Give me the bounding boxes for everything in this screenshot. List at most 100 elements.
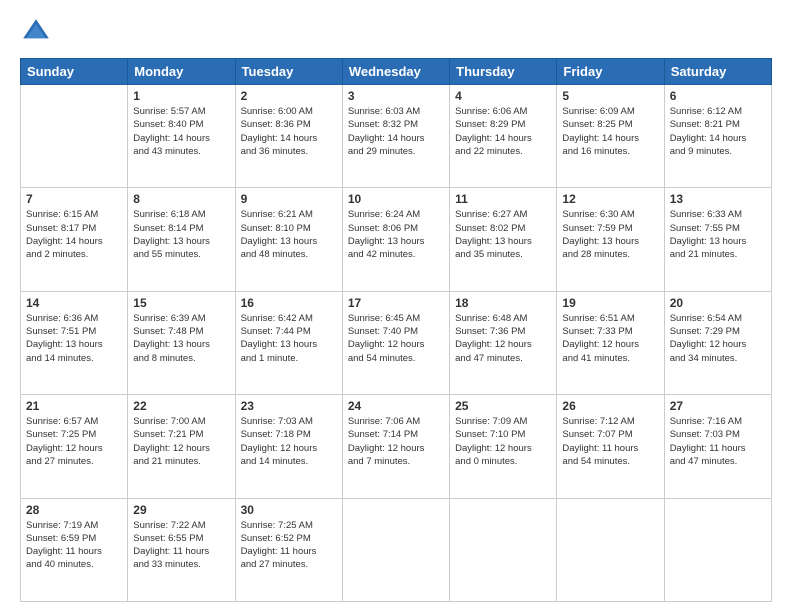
week-row-4: 28 Sunrise: 7:19 AM Sunset: 6:59 PM Dayli… bbox=[21, 498, 772, 601]
week-row-3: 21 Sunrise: 6:57 AM Sunset: 7:25 PM Dayli… bbox=[21, 395, 772, 498]
day-number: 30 bbox=[241, 503, 337, 517]
calendar-cell: 24Sunrise: 7:06 AM Sunset: 7:14 PM Dayli… bbox=[342, 395, 449, 498]
day-number: 10 bbox=[348, 192, 444, 206]
calendar-cell: 14 Sunrise: 6:36 AM Sunset: 7:51 PM Dayli… bbox=[21, 291, 128, 394]
day-info: Sunrise: 7:12 AM Sunset: 7:07 PM Dayligh… bbox=[562, 415, 658, 468]
day-info: Sunrise: 7:16 AM Sunset: 7:03 PM Dayligh… bbox=[670, 415, 766, 468]
day-info: Sunrise: 6:00 AM Sunset: 8:36 PM Dayligh… bbox=[241, 105, 337, 158]
calendar-cell: 13 Sunrise: 6:33 AM Sunset: 7:55 PM Dayli… bbox=[664, 188, 771, 291]
day-number: 28 bbox=[26, 503, 122, 517]
day-info: Sunrise: 6:21 AM Sunset: 8:10 PM Dayligh… bbox=[241, 208, 337, 261]
calendar-cell bbox=[450, 498, 557, 601]
day-number: 14 bbox=[26, 296, 122, 310]
calendar-cell bbox=[21, 85, 128, 188]
page: SundayMondayTuesdayWednesdayThursdayFrid… bbox=[0, 0, 792, 612]
day-info: Sunrise: 5:57 AM Sunset: 8:40 PM Dayligh… bbox=[133, 105, 229, 158]
calendar-cell: 25Sunrise: 7:09 AM Sunset: 7:10 PM Dayli… bbox=[450, 395, 557, 498]
day-number: 11 bbox=[455, 192, 551, 206]
day-number: 27 bbox=[670, 399, 766, 413]
day-number: 13 bbox=[670, 192, 766, 206]
calendar-cell: 23 Sunrise: 7:03 AM Sunset: 7:18 PM Dayli… bbox=[235, 395, 342, 498]
day-info: Sunrise: 6:57 AM Sunset: 7:25 PM Dayligh… bbox=[26, 415, 122, 468]
day-number: 18 bbox=[455, 296, 551, 310]
day-info: Sunrise: 6:33 AM Sunset: 7:55 PM Dayligh… bbox=[670, 208, 766, 261]
day-info: Sunrise: 7:09 AM Sunset: 7:10 PM Dayligh… bbox=[455, 415, 551, 468]
calendar-cell: 11Sunrise: 6:27 AM Sunset: 8:02 PM Dayli… bbox=[450, 188, 557, 291]
calendar-cell: 12 Sunrise: 6:30 AM Sunset: 7:59 PM Dayli… bbox=[557, 188, 664, 291]
day-number: 4 bbox=[455, 89, 551, 103]
week-row-2: 14 Sunrise: 6:36 AM Sunset: 7:51 PM Dayli… bbox=[21, 291, 772, 394]
day-info: Sunrise: 6:45 AM Sunset: 7:40 PM Dayligh… bbox=[348, 312, 444, 365]
day-number: 24 bbox=[348, 399, 444, 413]
day-info: Sunrise: 7:03 AM Sunset: 7:18 PM Dayligh… bbox=[241, 415, 337, 468]
day-number: 3 bbox=[348, 89, 444, 103]
day-number: 19 bbox=[562, 296, 658, 310]
day-info: Sunrise: 6:15 AM Sunset: 8:17 PM Dayligh… bbox=[26, 208, 122, 261]
calendar-cell: 19 Sunrise: 6:51 AM Sunset: 7:33 PM Dayli… bbox=[557, 291, 664, 394]
calendar-cell bbox=[557, 498, 664, 601]
calendar-cell: 16 Sunrise: 6:42 AM Sunset: 7:44 PM Dayli… bbox=[235, 291, 342, 394]
day-info: Sunrise: 7:19 AM Sunset: 6:59 PM Dayligh… bbox=[26, 519, 122, 572]
day-info: Sunrise: 7:25 AM Sunset: 6:52 PM Dayligh… bbox=[241, 519, 337, 572]
day-number: 17 bbox=[348, 296, 444, 310]
day-info: Sunrise: 6:36 AM Sunset: 7:51 PM Dayligh… bbox=[26, 312, 122, 365]
day-info: Sunrise: 6:06 AM Sunset: 8:29 PM Dayligh… bbox=[455, 105, 551, 158]
day-info: Sunrise: 6:24 AM Sunset: 8:06 PM Dayligh… bbox=[348, 208, 444, 261]
day-number: 6 bbox=[670, 89, 766, 103]
day-number: 20 bbox=[670, 296, 766, 310]
day-number: 1 bbox=[133, 89, 229, 103]
calendar-cell: 21 Sunrise: 6:57 AM Sunset: 7:25 PM Dayli… bbox=[21, 395, 128, 498]
day-info: Sunrise: 6:09 AM Sunset: 8:25 PM Dayligh… bbox=[562, 105, 658, 158]
day-number: 8 bbox=[133, 192, 229, 206]
calendar-cell: 10 Sunrise: 6:24 AM Sunset: 8:06 PM Dayli… bbox=[342, 188, 449, 291]
day-number: 9 bbox=[241, 192, 337, 206]
calendar-cell: 29 Sunrise: 7:22 AM Sunset: 6:55 PM Dayli… bbox=[128, 498, 235, 601]
calendar-table: SundayMondayTuesdayWednesdayThursdayFrid… bbox=[20, 58, 772, 602]
day-number: 7 bbox=[26, 192, 122, 206]
day-number: 2 bbox=[241, 89, 337, 103]
day-info: Sunrise: 6:12 AM Sunset: 8:21 PM Dayligh… bbox=[670, 105, 766, 158]
header-cell-thursday: Thursday bbox=[450, 59, 557, 85]
calendar-cell: 2 Sunrise: 6:00 AM Sunset: 8:36 PM Daylig… bbox=[235, 85, 342, 188]
day-info: Sunrise: 6:03 AM Sunset: 8:32 PM Dayligh… bbox=[348, 105, 444, 158]
calendar-cell: 4 Sunrise: 6:06 AM Sunset: 8:29 PM Daylig… bbox=[450, 85, 557, 188]
day-number: 22 bbox=[133, 399, 229, 413]
calendar-cell: 15Sunrise: 6:39 AM Sunset: 7:48 PM Dayli… bbox=[128, 291, 235, 394]
header-row: SundayMondayTuesdayWednesdayThursdayFrid… bbox=[21, 59, 772, 85]
day-info: Sunrise: 6:42 AM Sunset: 7:44 PM Dayligh… bbox=[241, 312, 337, 365]
day-info: Sunrise: 6:54 AM Sunset: 7:29 PM Dayligh… bbox=[670, 312, 766, 365]
week-row-0: 1 Sunrise: 5:57 AM Sunset: 8:40 PM Daylig… bbox=[21, 85, 772, 188]
calendar-cell: 17 Sunrise: 6:45 AM Sunset: 7:40 PM Dayli… bbox=[342, 291, 449, 394]
week-row-1: 7 Sunrise: 6:15 AM Sunset: 8:17 PM Daylig… bbox=[21, 188, 772, 291]
calendar-cell: 28 Sunrise: 7:19 AM Sunset: 6:59 PM Dayli… bbox=[21, 498, 128, 601]
header-cell-saturday: Saturday bbox=[664, 59, 771, 85]
day-info: Sunrise: 7:00 AM Sunset: 7:21 PM Dayligh… bbox=[133, 415, 229, 468]
calendar-cell: 8 Sunrise: 6:18 AM Sunset: 8:14 PM Daylig… bbox=[128, 188, 235, 291]
calendar-cell: 18Sunrise: 6:48 AM Sunset: 7:36 PM Dayli… bbox=[450, 291, 557, 394]
day-info: Sunrise: 7:22 AM Sunset: 6:55 PM Dayligh… bbox=[133, 519, 229, 572]
day-number: 21 bbox=[26, 399, 122, 413]
calendar-cell: 6 Sunrise: 6:12 AM Sunset: 8:21 PM Daylig… bbox=[664, 85, 771, 188]
day-number: 12 bbox=[562, 192, 658, 206]
day-number: 15 bbox=[133, 296, 229, 310]
day-number: 23 bbox=[241, 399, 337, 413]
calendar-cell: 1 Sunrise: 5:57 AM Sunset: 8:40 PM Daylig… bbox=[128, 85, 235, 188]
calendar-cell bbox=[664, 498, 771, 601]
calendar-cell: 30 Sunrise: 7:25 AM Sunset: 6:52 PM Dayli… bbox=[235, 498, 342, 601]
day-number: 26 bbox=[562, 399, 658, 413]
calendar-cell: 20 Sunrise: 6:54 AM Sunset: 7:29 PM Dayli… bbox=[664, 291, 771, 394]
day-number: 16 bbox=[241, 296, 337, 310]
header-cell-sunday: Sunday bbox=[21, 59, 128, 85]
day-info: Sunrise: 6:18 AM Sunset: 8:14 PM Dayligh… bbox=[133, 208, 229, 261]
header-cell-monday: Monday bbox=[128, 59, 235, 85]
day-info: Sunrise: 6:30 AM Sunset: 7:59 PM Dayligh… bbox=[562, 208, 658, 261]
calendar-cell: 7 Sunrise: 6:15 AM Sunset: 8:17 PM Daylig… bbox=[21, 188, 128, 291]
header-cell-friday: Friday bbox=[557, 59, 664, 85]
calendar-cell bbox=[342, 498, 449, 601]
calendar-header: SundayMondayTuesdayWednesdayThursdayFrid… bbox=[21, 59, 772, 85]
day-number: 29 bbox=[133, 503, 229, 517]
header-cell-tuesday: Tuesday bbox=[235, 59, 342, 85]
calendar-cell: 3 Sunrise: 6:03 AM Sunset: 8:32 PM Daylig… bbox=[342, 85, 449, 188]
day-info: Sunrise: 6:51 AM Sunset: 7:33 PM Dayligh… bbox=[562, 312, 658, 365]
logo bbox=[20, 16, 56, 48]
